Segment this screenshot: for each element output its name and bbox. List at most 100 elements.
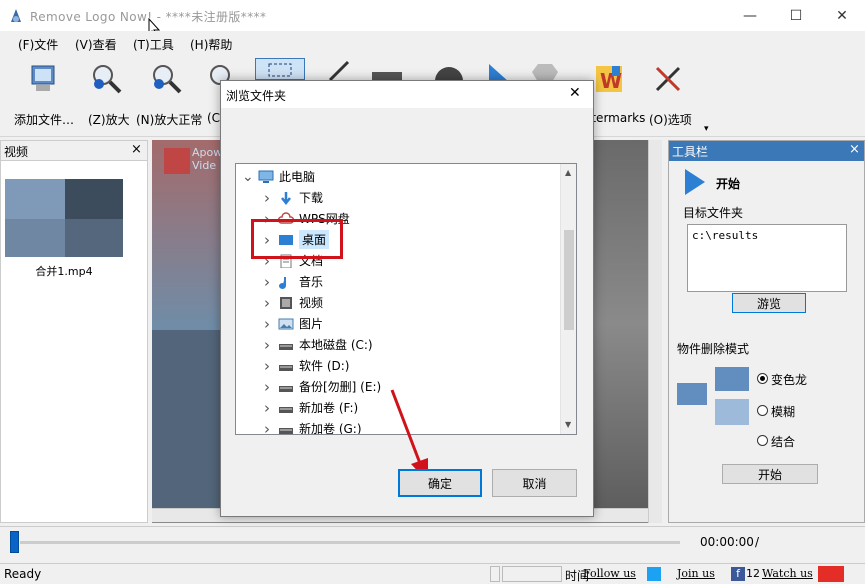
chevron-right-icon[interactable]: › [262,336,272,354]
target-folder-label: 目标文件夹 [683,206,744,220]
menu-bar [0,31,865,57]
folder-tree-item[interactable]: › 软件 (D:) [236,355,560,376]
dialog-title: 浏览文件夹 [226,89,287,103]
timeline-track[interactable] [20,541,680,544]
youtube-icon[interactable] [818,566,844,582]
maximize-button[interactable]: ☐ [773,0,819,31]
folder-tree-item-label: 图片 [299,317,324,331]
mode-chameleon-label[interactable]: 变色龙 [771,371,807,388]
status-bar: Ready 时间 Follow us Join us f 12 Watch us [0,563,865,584]
folder-tree-item[interactable]: › 下载 [236,187,560,208]
follow-us-link[interactable]: Follow us [583,567,636,580]
minimize-button[interactable]: — [727,0,773,31]
mode-combine-label[interactable]: 结合 [771,433,795,450]
preview-vertical-scrollbar[interactable] [648,140,662,523]
select-tool-button[interactable] [255,58,305,80]
video-panel-title: 视频 [4,145,29,159]
folder-tree-item-label: 本地磁盘 (C:) [299,338,373,352]
chevron-down-icon[interactable]: ⌄ [242,169,254,185]
chevron-right-icon[interactable]: › [262,399,272,417]
options-button[interactable]: (O)选项 [649,62,692,128]
timeline-slider-handle[interactable] [10,531,19,553]
folder-tree-item[interactable]: ⌄ 此电脑 [236,166,560,187]
close-button[interactable]: ✕ [819,0,865,31]
picture-icon [278,318,294,329]
scrollbar-thumb[interactable] [564,230,574,330]
pen-icon[interactable] [326,60,352,82]
watermark-logo-icon [164,148,190,174]
folder-tree-item[interactable]: › 视频 [236,292,560,313]
mode-blur-radio[interactable] [757,405,768,416]
start-button[interactable]: 开始 [722,464,818,484]
dialog-close-button[interactable]: ✕ [569,85,581,101]
status-number: 12 [746,567,760,580]
menu-view[interactable]: (V)查看 [75,36,117,53]
mode-blur-label[interactable]: 模糊 [771,403,795,420]
video-panel: 视频 × 合并1.mp4 [0,140,148,523]
tools-icon [655,66,681,92]
menu-tools[interactable]: (T)工具 [133,36,174,53]
zoom-normal-button[interactable]: (N)放大正常 [136,62,202,128]
chevron-right-icon[interactable]: › [262,189,272,207]
watch-us-link[interactable]: Watch us [762,567,813,580]
zoom-normal-label: (N)放大正常 [136,113,203,127]
folder-tree-item[interactable]: › 音乐 [236,271,560,292]
tools-panel-close-button[interactable]: × [849,142,860,157]
annotation-highlight-box [251,219,343,259]
folder-tree-item[interactable]: › 本地磁盘 (C:) [236,334,560,355]
toolbar-more-icon[interactable]: ▾ [704,124,709,134]
folder-tree-item-label: 软件 (D:) [299,359,350,373]
folder-tree-item-label: 视频 [299,296,324,310]
tools-panel-title: 工具栏 [672,145,709,159]
browse-button[interactable]: 游览 [732,293,806,313]
start-play-icon[interactable] [683,167,707,197]
video-icon [280,296,292,309]
join-us-link[interactable]: Join us [677,567,715,580]
add-file-label: 添加文件… [14,113,75,127]
options-label: (O)选项 [649,113,692,127]
video-file-name: 合并1.mp4 [35,265,93,278]
drive-icon [279,385,293,392]
chevron-right-icon[interactable]: › [262,357,272,375]
status-text: Ready [4,567,42,581]
folder-tree-item-label: 下载 [299,191,324,205]
start-label[interactable]: 开始 [716,175,740,192]
chevron-right-icon[interactable]: › [262,420,272,435]
video-panel-close-button[interactable]: × [131,142,142,157]
facebook-icon[interactable]: f [731,567,745,581]
folder-tree-item-label: 新加卷 (F:) [299,401,359,415]
folder-tree-item-label: 音乐 [299,275,324,289]
removal-mode-label: 物件删除模式 [677,342,750,356]
timeline-bar: 00:00:00 / [0,526,865,560]
target-folder-input[interactable]: c:\results [687,224,847,292]
tools-panel: 工具栏 × 开始 目标文件夹 c:\results 游览 物件删除模式 变色龙 … [668,140,865,523]
zoom-in-label: (Z)放大 [88,113,130,127]
video-thumbnail[interactable] [5,179,123,257]
selection-rectangle-icon [268,63,292,77]
chevron-right-icon[interactable]: › [262,273,272,291]
dialog-title-bar: 浏览文件夹 ✕ [221,81,593,108]
folder-tree-scrollbar[interactable]: ▲ ▼ [560,164,576,434]
watermark-text: Apow Vide [192,146,223,172]
drive-icon [279,364,293,371]
app-icon [11,9,21,22]
browse-folder-dialog: 浏览文件夹 ✕ ⌄ 此电脑 › 下载 › WPS网盘 › 桌面 › 文档 › 音乐 › 视频 › 图片 › 本地磁… [220,80,594,517]
twitter-icon[interactable] [647,567,661,581]
folder-tree-item[interactable]: › 图片 [236,313,560,334]
ok-button[interactable]: 确定 [398,469,482,497]
mode-chameleon-radio[interactable] [757,373,768,384]
zoom-in-button[interactable]: (Z)放大 [88,62,130,128]
play-icon[interactable] [485,62,513,82]
chevron-right-icon[interactable]: › [262,315,272,333]
stop-icon[interactable] [530,62,560,82]
chevron-right-icon[interactable]: › [262,294,272,312]
cancel-button[interactable]: 取消 [492,469,577,497]
watermarks-icon: W [596,66,622,93]
menu-help[interactable]: (H)帮助 [190,36,232,53]
add-file-button[interactable]: 添加文件… [14,62,74,128]
chevron-right-icon[interactable]: › [262,378,272,396]
menu-file[interactable]: (F)文件 [18,36,58,53]
drive-icon [279,427,293,434]
download-icon [281,191,291,205]
mode-combine-radio[interactable] [757,435,768,446]
